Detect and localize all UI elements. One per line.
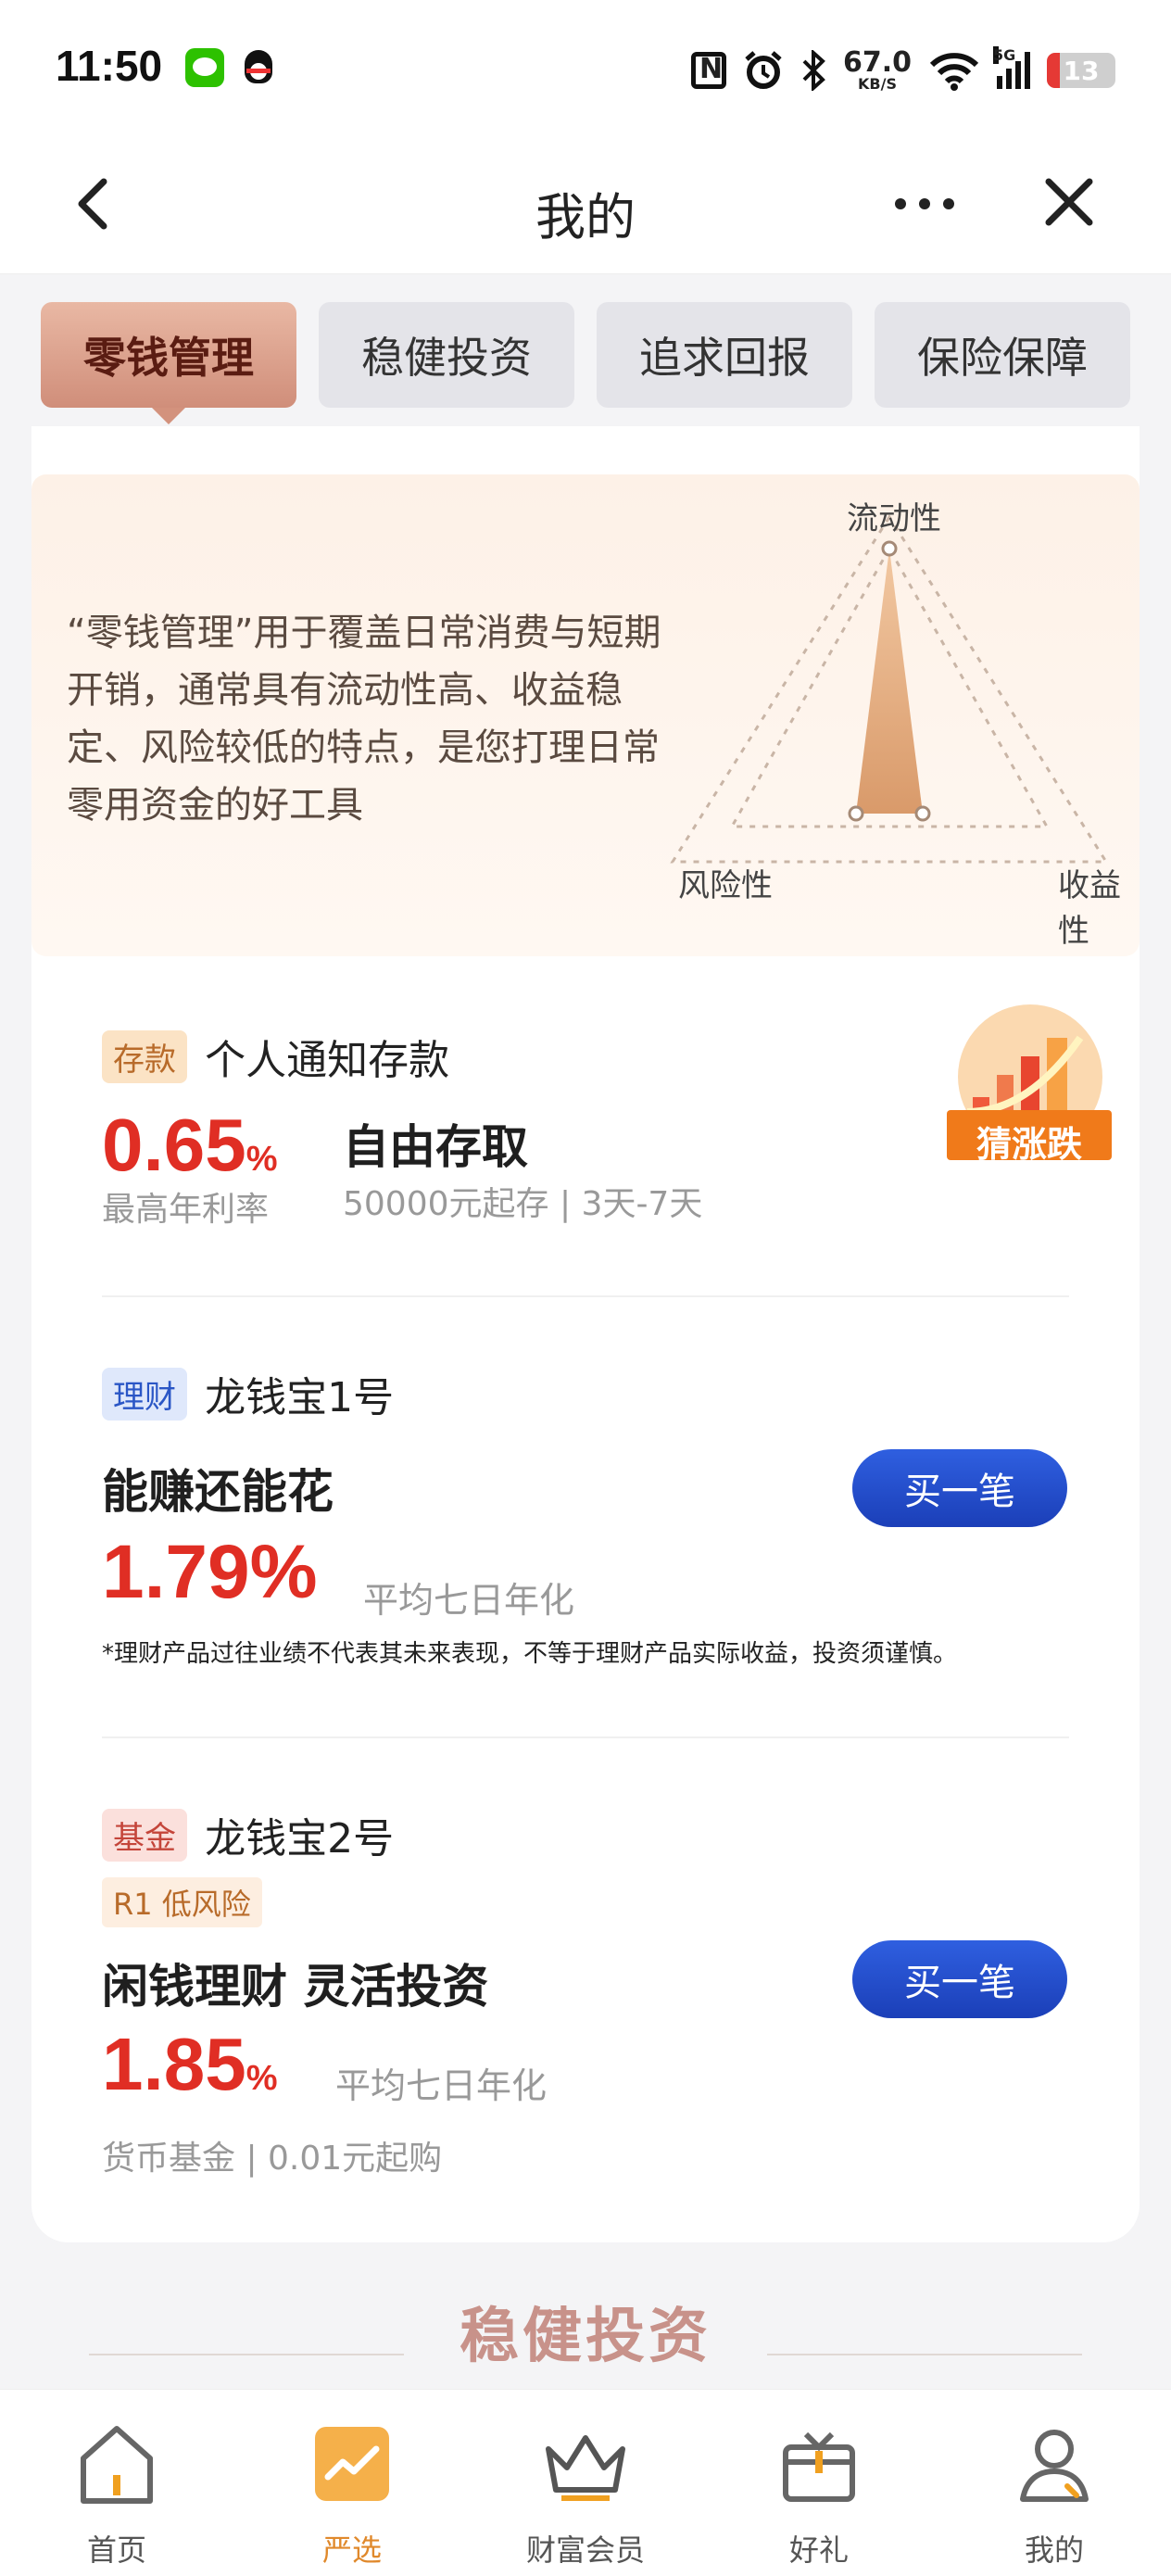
user-icon: [1020, 2430, 1089, 2502]
tab-change-management[interactable]: 零钱管理: [41, 302, 296, 424]
risk-level-label: R1 低风险: [102, 1877, 262, 1927]
product-notice-deposit[interactable]: 存款 个人通知存款: [102, 1027, 1069, 1086]
product-rate-label: 平均七日年化: [335, 2065, 548, 2106]
product-card: “零钱管理”用于覆盖日常消费与短期开销，通常具有流动性高、收益稳定、风险较低的特…: [31, 426, 1140, 2242]
product-name: 龙钱宝1号: [205, 1374, 395, 1421]
gift-icon: [783, 2431, 855, 2502]
risk-level-tag: R1 低风险: [102, 1877, 262, 1927]
badge-label: 猜涨跌: [976, 1124, 1082, 1165]
tab-insurance[interactable]: 保险保障: [875, 302, 1130, 408]
product-name: 龙钱宝2号: [205, 1815, 395, 1863]
status-time: 11:50: [56, 42, 163, 90]
qq-icon: [239, 48, 278, 87]
category-tabs: 零钱管理 稳健投资 追求回报 保险保障: [0, 274, 1171, 430]
home-icon: [81, 2426, 153, 2504]
product-longqianbao-2[interactable]: 基金 龙钱宝2号: [102, 1805, 1069, 1864]
product-detail: 50000元起存 | 3天-7天: [343, 1185, 703, 1223]
crown-icon: [546, 2435, 625, 2501]
radar-label-risk: 风险性: [678, 867, 773, 904]
divider: [102, 1295, 1069, 1297]
bottom-nav: 首页 严选 财富会员 好礼 我的: [0, 2389, 1171, 2576]
product-rate: 0.65%: [102, 1104, 278, 1186]
product-detail: 货币基金 | 0.01元起购: [102, 2140, 443, 2178]
nav-home[interactable]: 首页: [43, 2418, 191, 2570]
product-rate-label: 平均七日年化: [363, 1580, 575, 1621]
battery-level: 13: [1063, 56, 1100, 86]
product-longqianbao-1[interactable]: 理财 龙钱宝1号: [102, 1364, 1069, 1423]
wifi-icon: [929, 53, 979, 91]
radar-label-liquidity: 流动性: [847, 500, 941, 537]
nav-gifts[interactable]: 好礼: [745, 2418, 893, 2570]
nav-home-label: 首页: [86, 2532, 146, 2568]
product-tag: 理财: [102, 1367, 187, 1421]
nav-gifts-label: 好礼: [788, 2532, 849, 2568]
nav-mine-label: 我的: [1024, 2532, 1084, 2568]
product-rate-label: 最高年利率: [102, 1191, 270, 1229]
tab-pursue-returns[interactable]: 追求回报: [597, 302, 852, 408]
nav-selection[interactable]: 严选: [278, 2418, 426, 2570]
product-headline: 闲钱理财 灵活投资: [102, 1960, 489, 2014]
nav-selection-label: 严选: [321, 2532, 382, 2568]
divider: [102, 1736, 1069, 1738]
radar-chart: 流动性 风险性 收益性: [624, 500, 1140, 950]
nfc-icon: [690, 52, 726, 89]
buy-button[interactable]: 买一笔: [852, 1940, 1067, 2018]
product-tag: 存款: [102, 1029, 187, 1083]
section-title: 稳健投资: [460, 2303, 711, 2371]
net-speed-value: 67.0: [842, 46, 912, 79]
nav-bar: 我的: [0, 139, 1171, 274]
bluetooth-icon: [802, 50, 825, 91]
signal-icon: 5G: [993, 46, 1030, 89]
guess-rise-fall-badge[interactable]: 猜涨跌: [945, 1001, 1114, 1165]
product-rate: 1.85%: [102, 2023, 278, 2105]
nav-wealth-member[interactable]: 财富会员: [511, 2418, 660, 2570]
battery-icon: 13: [1047, 53, 1115, 88]
radar-label-yield: 收益性: [1058, 867, 1121, 950]
more-dots-icon[interactable]: [895, 195, 954, 213]
product-name: 个人通知存款: [205, 1037, 450, 1084]
product-headline: 自由存取: [343, 1120, 528, 1174]
intro-text: “零钱管理”用于覆盖日常消费与短期开销，通常具有流动性高、收益稳定、风险较低的特…: [67, 612, 661, 827]
nav-mine[interactable]: 我的: [980, 2418, 1128, 2570]
page-title: 我的: [535, 188, 636, 246]
trend-chart-icon: [315, 2427, 389, 2501]
product-rate: 1.79%: [102, 1530, 318, 1614]
net-speed-unit: KB/S: [858, 75, 897, 93]
nav-wealth-member-label: 财富会员: [525, 2532, 645, 2568]
product-tag: 基金: [102, 1808, 187, 1862]
radar-graphic: [670, 514, 1109, 864]
buy-button[interactable]: 买一笔: [852, 1449, 1067, 1527]
status-bar: 11:50 67.0 KB/S 5G 13: [0, 0, 1171, 139]
intro-panel: “零钱管理”用于覆盖日常消费与短期开销，通常具有流动性高、收益稳定、风险较低的特…: [31, 474, 1140, 956]
product-headline: 能赚还能花: [102, 1465, 334, 1519]
product-rate-block: 0.65% 最高年利率: [102, 1103, 278, 1231]
risk-disclaimer: *理财产品过往业绩不代表其未来表现，不等于理财产品实际收益，投资须谨慎。: [102, 1640, 958, 1668]
net-speed: 67.0 KB/S: [843, 49, 912, 92]
tab-steady-investment[interactable]: 稳健投资: [319, 302, 574, 408]
close-icon[interactable]: [1041, 174, 1097, 230]
alarm-icon: [745, 51, 782, 89]
network-type: 5G: [993, 46, 1016, 64]
wechat-icon: [185, 48, 224, 87]
status-icons: 67.0 KB/S 5G 13: [690, 44, 1115, 96]
